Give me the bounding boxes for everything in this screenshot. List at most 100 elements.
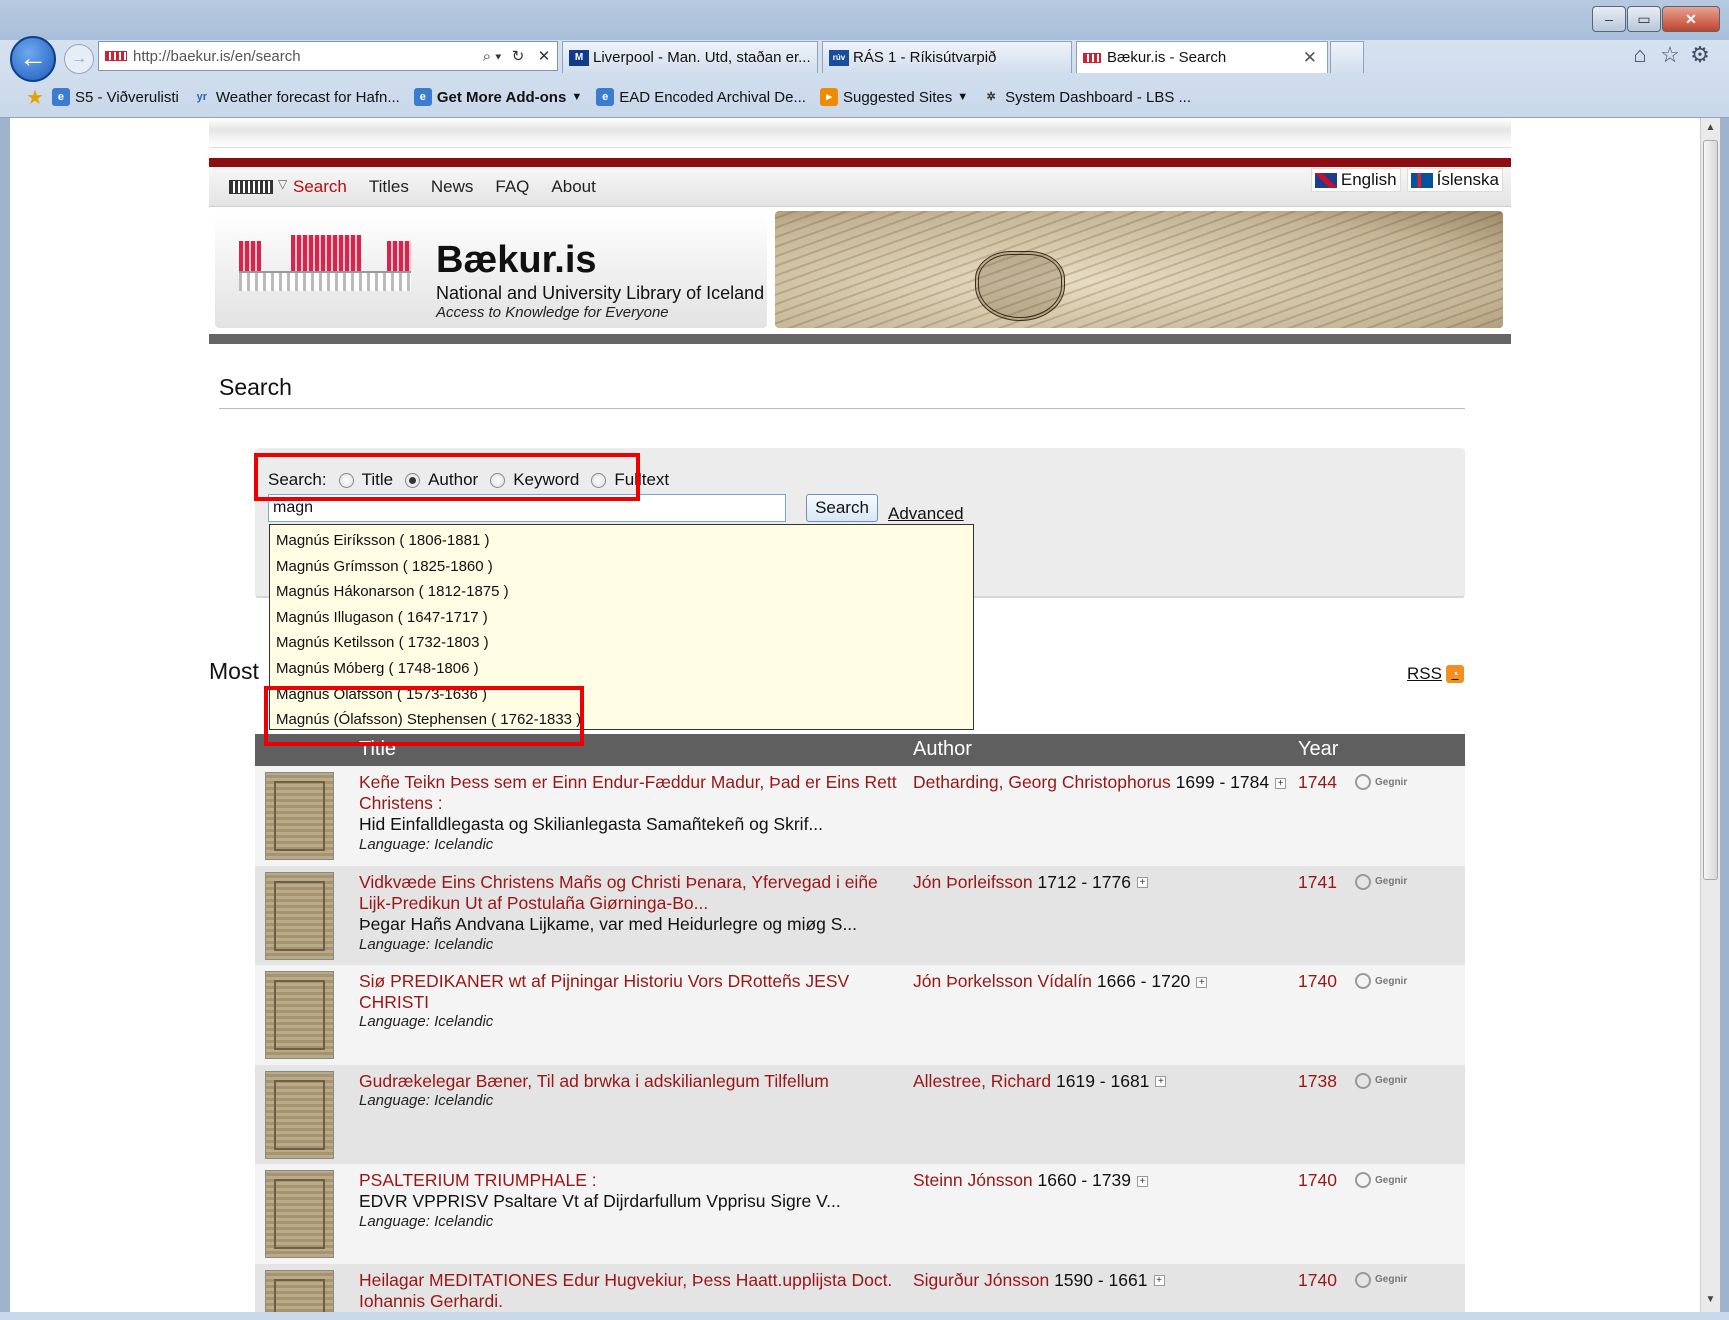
search-button[interactable]: Search	[806, 494, 878, 522]
favorite-weather[interactable]: yr Weather forecast for Hafn...	[193, 88, 400, 106]
book-thumbnail[interactable]	[265, 971, 334, 1059]
vertical-scrollbar[interactable]: ▲ ▼	[1700, 118, 1720, 1312]
book-title-link[interactable]: PSALTERIUM TRIUMPHALE :	[359, 1170, 899, 1191]
nav-logo-icon[interactable]	[229, 177, 287, 194]
book-thumbnail[interactable]	[265, 871, 334, 960]
home-icon[interactable]: ⌂	[1626, 42, 1654, 70]
results-rows: Keñe Teikn Þess sem er Einn Endur-Fæddur…	[255, 766, 1465, 1312]
table-row: PSALTERIUM TRIUMPHALE : EDVR VPPRISV Psa…	[255, 1164, 1465, 1264]
expand-plus-icon[interactable]: +	[1155, 1076, 1167, 1088]
author-link[interactable]: Jón Þorleifsson 1712 - 1776 +	[913, 872, 1148, 893]
expand-plus-icon[interactable]: +	[1196, 976, 1208, 988]
book-title-link[interactable]: Vidkvæde Eins Christens Mañs og Christi …	[359, 872, 899, 914]
new-tab-button[interactable]	[1330, 41, 1364, 73]
expand-plus-icon[interactable]: +	[1136, 877, 1148, 889]
suggestion-item[interactable]: Magnús Illugason ( 1647-1717 )	[270, 605, 973, 631]
gegnir-link[interactable]: Gegnir	[1355, 873, 1407, 890]
nav-search[interactable]: Search	[293, 177, 347, 197]
author-name[interactable]: Jón Þorkelsson Vídalín	[913, 971, 1092, 991]
author-name[interactable]: Detharding, Georg Christophorus	[913, 772, 1171, 792]
lang-icelandic[interactable]: Íslenska	[1406, 168, 1503, 192]
scroll-up-icon[interactable]: ▲	[1701, 118, 1720, 138]
site-title[interactable]: Bækur.is	[436, 239, 597, 282]
page-top-strip	[209, 118, 1511, 148]
gegnir-icon	[1355, 1172, 1371, 1188]
favorite-suggested[interactable]: ▸ Suggested Sites ▼	[819, 88, 968, 106]
scroll-down-icon[interactable]: ▼	[1701, 1290, 1720, 1310]
nav-news[interactable]: News	[431, 177, 474, 197]
favorites-star-icon[interactable]: ★	[26, 85, 44, 110]
tab-baekur[interactable]: Bækur.is - Search ✕	[1076, 41, 1328, 73]
chevron-down-icon[interactable]: ▼	[957, 91, 968, 103]
favorite-s5[interactable]: e S5 - Viðverulisti	[51, 88, 179, 106]
author-name[interactable]: Jón Þorleifsson	[913, 872, 1033, 892]
favorite-addons[interactable]: e Get More Add-ons ▼	[413, 88, 582, 106]
author-link[interactable]: Allestree, Richard 1619 - 1681 +	[913, 1071, 1167, 1092]
search-dropdown-icon[interactable]: ⌕ ▾	[479, 48, 505, 65]
book-thumbnail[interactable]	[265, 1269, 334, 1312]
address-bar[interactable]: http://baekur.is/en/search ⌕ ▾ ↻ ✕	[98, 41, 558, 71]
gegnir-link[interactable]: Gegnir	[1355, 774, 1407, 790]
favorite-dashboard[interactable]: ✲ System Dashboard - LBS ...	[982, 88, 1192, 106]
favorites-star-icon[interactable]: ☆	[1656, 42, 1684, 70]
tab-liverpool[interactable]: M Liverpool - Man. Utd, staðan er...	[562, 41, 818, 73]
suggestion-item[interactable]: Magnús Móberg ( 1748-1806 )	[270, 656, 973, 682]
expand-plus-icon[interactable]: +	[1153, 1275, 1165, 1287]
expand-plus-icon[interactable]: +	[1136, 1175, 1148, 1187]
author-name[interactable]: Steinn Jónsson	[913, 1170, 1033, 1190]
book-title-link[interactable]: Heilagar MEDITATIONES Edur Hugvekiur, Þe…	[359, 1270, 899, 1312]
gegnir-link[interactable]: Gegnir	[1355, 1271, 1407, 1288]
lang-label: Íslenska	[1436, 170, 1499, 189]
gegnir-link[interactable]: Gegnir	[1355, 973, 1407, 989]
column-author[interactable]: Author	[913, 738, 972, 761]
rss-icon[interactable]: ◔	[1445, 665, 1464, 683]
back-button[interactable]: ←	[10, 36, 56, 82]
book-title-link[interactable]: Keñe Teikn Þess sem er Einn Endur-Fæddur…	[359, 772, 899, 814]
library-logo[interactable]	[239, 235, 411, 291]
book-year: 1740	[1298, 1269, 1337, 1290]
scroll-thumb[interactable]	[1703, 140, 1718, 880]
author-link[interactable]: Detharding, Georg Christophorus 1699 - 1…	[913, 772, 1287, 793]
advanced-search-link[interactable]: Advanced	[888, 504, 964, 524]
stop-icon[interactable]: ✕	[531, 47, 557, 65]
rss-link[interactable]: RSS ◔	[1407, 664, 1464, 684]
book-title-link[interactable]: Gudrækelegar Bæner, Til ad brwka i adski…	[359, 1071, 899, 1092]
tab-ras1[interactable]: rúv RÁS 1 - Ríkisútvarpið	[822, 41, 1072, 73]
book-thumbnail[interactable]	[265, 772, 334, 860]
gear-icon[interactable]: ⚙	[1686, 42, 1714, 70]
nav-about[interactable]: About	[551, 177, 595, 197]
book-title-link[interactable]: Siø PREDIKANER wt af Pijningar Historiu …	[359, 971, 899, 1013]
address-url[interactable]: http://baekur.is/en/search	[133, 48, 479, 65]
gegnir-label: Gegnir	[1375, 975, 1408, 987]
suggestion-item[interactable]: Magnús Ketilsson ( 1732-1803 )	[270, 630, 973, 656]
book-thumbnail[interactable]	[265, 1170, 334, 1258]
nav-titles[interactable]: Titles	[369, 177, 409, 197]
suggestion-item[interactable]: Magnús Grímsson ( 1825-1860 )	[270, 554, 973, 580]
forward-button[interactable]: →	[64, 44, 94, 74]
author-name[interactable]: Sigurður Jónsson	[913, 1270, 1049, 1290]
chevron-down-icon[interactable]: ▼	[571, 91, 582, 103]
window-close-button[interactable]: ✕	[1662, 6, 1720, 32]
gegnir-link[interactable]: Gegnir	[1355, 1072, 1407, 1089]
maximize-button[interactable]: ▭	[1627, 6, 1661, 32]
refresh-icon[interactable]: ↻	[505, 47, 531, 65]
suggestion-item[interactable]: Magnús Eiríksson ( 1806-1881 )	[270, 528, 973, 554]
rss-label[interactable]: RSS	[1407, 664, 1442, 684]
suggestion-item[interactable]: Magnús Hákonarson ( 1812-1875 )	[270, 579, 973, 605]
minimize-button[interactable]: –	[1592, 6, 1626, 32]
book-year: 1740	[1298, 971, 1337, 991]
book-thumbnail[interactable]	[265, 1070, 334, 1159]
column-year[interactable]: Year	[1298, 738, 1338, 761]
author-name[interactable]: Allestree, Richard	[913, 1071, 1051, 1091]
tab-close-icon[interactable]: ✕	[1303, 48, 1317, 68]
author-link[interactable]: Jón Þorkelsson Vídalín 1666 - 1720 +	[913, 971, 1208, 992]
lang-english[interactable]: English	[1310, 168, 1401, 192]
window-bottom-border	[0, 1312, 1729, 1320]
nav-faq[interactable]: FAQ	[495, 177, 529, 197]
gegnir-link[interactable]: Gegnir	[1355, 1172, 1407, 1188]
favorite-ead[interactable]: e EAD Encoded Archival De...	[596, 88, 806, 106]
ie-page-icon: e	[596, 88, 615, 106]
author-link[interactable]: Sigurður Jónsson 1590 - 1661 +	[913, 1270, 1165, 1291]
author-link[interactable]: Steinn Jónsson 1660 - 1739 +	[913, 1170, 1148, 1191]
expand-plus-icon[interactable]: +	[1275, 777, 1287, 789]
